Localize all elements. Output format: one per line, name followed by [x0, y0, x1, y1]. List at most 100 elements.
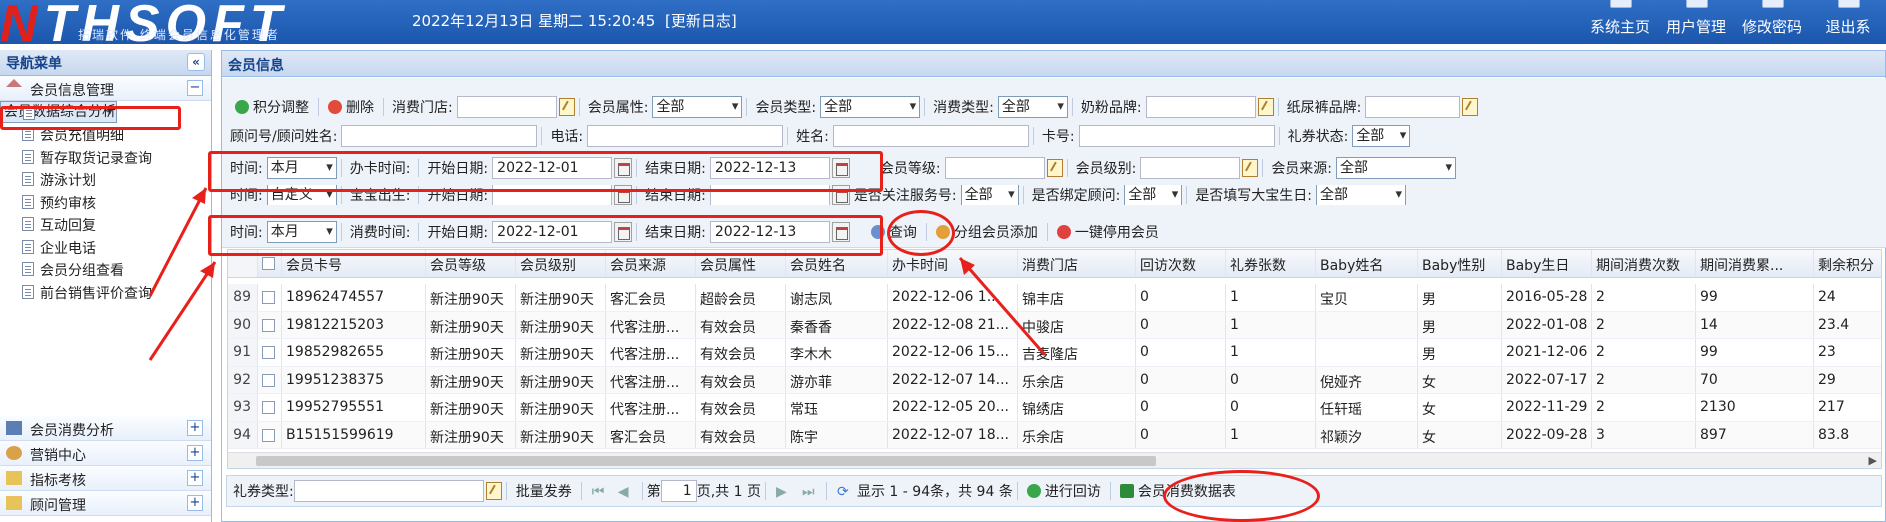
table-row[interactable]: 93 19952795551 新注册90天 新注册90天 代客注册... 有效会员 常珏 20…: [228, 394, 1881, 422]
sidebar-item-pickup-records[interactable]: 暂存取货记录查询: [0, 146, 211, 169]
display-info: 显示 1 - 94条，共 94 条: [856, 484, 1013, 500]
picker-icon[interactable]: [1257, 98, 1274, 116]
card-input[interactable]: [1078, 125, 1275, 147]
next-page-icon[interactable]: ▶: [776, 484, 790, 500]
sidebar-group-advisor[interactable]: 顾问管理 +: [0, 491, 211, 516]
cell-card-no: 19951238375: [282, 366, 426, 393]
sidebar-item-label: 互动回复: [40, 218, 96, 234]
member-rank-input[interactable]: [1140, 157, 1241, 179]
follow-select[interactable]: 全部: [960, 185, 1019, 205]
cell-coupons: 0: [1226, 366, 1316, 393]
row-checkbox[interactable]: [262, 318, 275, 332]
sidebar-group-consumption-analysis[interactable]: 会员消费分析 +: [0, 416, 211, 441]
coupon-status-select[interactable]: 全部: [1352, 125, 1411, 147]
sidebar-group-marketing[interactable]: 营销中心 +: [0, 441, 211, 466]
scroll-right-icon[interactable]: ▶: [1869, 454, 1877, 467]
delete-icon: [328, 100, 342, 114]
col-baby-birthday[interactable]: Baby生日: [1502, 250, 1592, 277]
cell-coupons: 1: [1226, 421, 1316, 448]
advisor-input[interactable]: [341, 125, 538, 147]
table-row[interactable]: 89 18962474557 新注册90天 新注册90天 客汇会员 超龄会员 谢志凤 2022…: [228, 284, 1881, 312]
check-icon: [1026, 484, 1041, 498]
col-period-total[interactable]: 期间消费累...: [1696, 250, 1814, 277]
delete-button[interactable]: 删除: [323, 96, 379, 118]
member-level-input[interactable]: [944, 157, 1045, 179]
diaper-brand-input[interactable]: [1365, 96, 1461, 118]
divider: [1066, 159, 1068, 177]
revisit-button[interactable]: 进行回访: [1022, 480, 1106, 502]
cell-baby-name: 宝贝: [1316, 284, 1418, 311]
last-page-icon[interactable]: ⏭: [802, 484, 816, 500]
expand-icon[interactable]: +: [187, 420, 203, 436]
sidebar-item-interactive-reply[interactable]: 互动回复: [0, 213, 211, 236]
row-checkbox[interactable]: [262, 401, 275, 414]
name-input[interactable]: [832, 125, 1029, 147]
batch-coupon-button[interactable]: 批量发券: [511, 480, 577, 502]
table-row[interactable]: 94 B15151599619 新注册90天 新注册90天 客汇会员 有效会员 陈宇 2022…: [228, 421, 1881, 449]
col-baby-name[interactable]: Baby姓名: [1316, 250, 1418, 277]
logo-subtitle: 拓瑞软件 终端会员信息化管理者: [78, 28, 280, 42]
first-page-icon[interactable]: ⏮: [592, 484, 606, 500]
nav-user-management[interactable]: 用户管理: [1658, 0, 1734, 44]
cell-name: 游亦菲: [786, 366, 888, 393]
picker-icon[interactable]: [1462, 98, 1479, 116]
sidebar-item-company-phone[interactable]: 企业电话: [0, 236, 211, 259]
expand-icon[interactable]: +: [187, 495, 203, 511]
nav-change-password[interactable]: 修改密码: [1734, 0, 1810, 44]
col-store[interactable]: 消费门店: [1018, 250, 1136, 277]
picker-icon[interactable]: [1046, 159, 1063, 177]
sidebar-group-kpi[interactable]: 指标考核 +: [0, 466, 211, 491]
expand-icon[interactable]: +: [187, 445, 203, 461]
points-adjust-button[interactable]: 积分调整: [230, 96, 314, 118]
select-all-checkbox[interactable]: [262, 257, 275, 270]
coupon-type-input[interactable]: [293, 480, 484, 502]
col-period-count[interactable]: 期间消费次数: [1592, 250, 1696, 277]
sidebar-item-booking-review[interactable]: 预约审核: [0, 191, 211, 214]
member-type-label: 会员类型:: [755, 100, 817, 116]
consume-type-select[interactable]: 全部: [997, 96, 1068, 118]
page-number-input[interactable]: [660, 480, 697, 502]
scrollbar-thumb[interactable]: [256, 456, 1156, 466]
refresh-icon[interactable]: ⟳: [837, 484, 851, 500]
cell-baby-birthday: 2022-01-08: [1502, 311, 1592, 338]
prev-page-icon[interactable]: ◀: [618, 484, 632, 500]
picker-icon[interactable]: [1242, 159, 1259, 177]
picker-icon[interactable]: [558, 98, 575, 116]
sidebar-group-member-info[interactable]: 会员信息管理 −: [0, 76, 211, 101]
row-checkbox[interactable]: [262, 373, 275, 387]
changelog-link[interactable]: [更新日志]: [665, 10, 737, 31]
diaper-brand-label: 纸尿裤品牌:: [1286, 100, 1362, 116]
col-points[interactable]: 剩余积分: [1814, 250, 1881, 277]
expand-icon[interactable]: +: [187, 470, 203, 486]
bind-advisor-select[interactable]: 全部: [1124, 185, 1183, 205]
col-coupons[interactable]: 礼券张数: [1226, 250, 1316, 277]
col-revisit[interactable]: 回访次数: [1136, 250, 1226, 277]
table-row[interactable]: 91 19852982655 新注册90天 新注册90天 代客注册... 有效会员 李木木 2…: [228, 339, 1881, 367]
store-input[interactable]: [456, 96, 557, 118]
cell-baby-name: 任轩瑶: [1316, 394, 1418, 421]
row-checkbox[interactable]: [262, 346, 275, 359]
milk-brand-input[interactable]: [1145, 96, 1256, 118]
disable-members-button[interactable]: 一键停用会员: [1052, 221, 1164, 243]
collapse-icon[interactable]: −: [187, 80, 203, 96]
member-attr-select[interactable]: 全部: [652, 96, 743, 118]
fill-birthday-select[interactable]: 全部: [1316, 185, 1407, 205]
row-checkbox[interactable]: [262, 428, 275, 442]
cell-rownum: 92: [228, 366, 258, 393]
filter-row-2: 顾问号/顾问姓名: 电话: 姓名: 卡号: 礼券状态: 全部: [226, 123, 1411, 149]
sidebar-item-swim-plan[interactable]: 游泳计划: [0, 168, 211, 191]
sidebar-item-sales-review[interactable]: 前台销售评价查询: [0, 281, 211, 304]
member-type-select[interactable]: 全部: [820, 96, 921, 118]
table-row[interactable]: 90 19812215203 新注册90天 新注册90天 代客注册... 有效会员 秦香香 2…: [228, 311, 1881, 339]
sidebar-item-member-groups[interactable]: 会员分组查看: [0, 258, 211, 281]
horizontal-scrollbar[interactable]: ▶: [228, 452, 1881, 468]
col-baby-gender[interactable]: Baby性别: [1418, 250, 1502, 277]
member-source-select[interactable]: 全部: [1336, 157, 1457, 179]
sidebar-collapse-button[interactable]: «: [187, 53, 205, 71]
phone-input[interactable]: [587, 125, 784, 147]
picker-icon[interactable]: [485, 482, 502, 500]
row-checkbox[interactable]: [262, 291, 275, 304]
nav-home[interactable]: 系统主页: [1582, 0, 1658, 44]
table-row[interactable]: 92 19951238375 新注册90天 新注册90天 代客注册... 有效会员 游亦菲 2…: [228, 366, 1881, 394]
nav-logout[interactable]: 退出系: [1810, 0, 1886, 44]
